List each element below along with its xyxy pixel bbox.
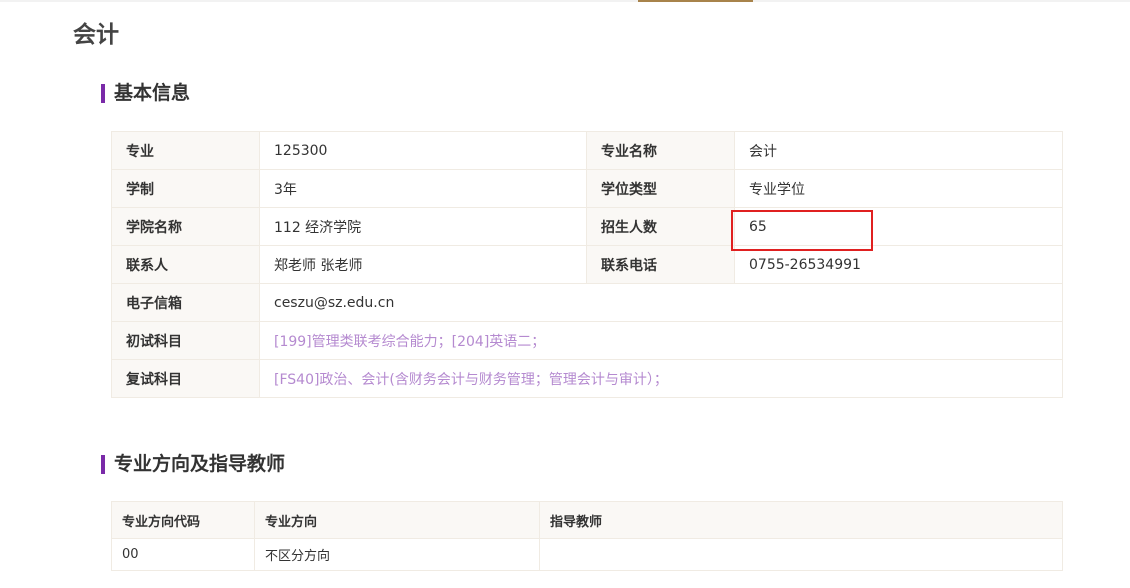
value-college: 112 经济学院 [259, 207, 587, 246]
basic-info-table: 专业 125300 专业名称 会计 学制 3年 学位类型 专业学位 学院名称 1… [111, 131, 1063, 398]
directions-table: 专业方向代码 专业方向 指导教师 00 不区分方向 [111, 501, 1063, 571]
label-major-code: 专业 [111, 131, 260, 170]
table-row: 联系人 郑老师 张老师 联系电话 0755-26534991 [111, 245, 1063, 284]
page-title: 会计 [73, 22, 119, 48]
cell-advisor [539, 538, 1063, 571]
column-header-direction-code: 专业方向代码 [111, 501, 255, 539]
table-row: 学制 3年 学位类型 专业学位 [111, 169, 1063, 208]
label-phone: 联系电话 [586, 245, 735, 284]
label-college: 学院名称 [111, 207, 260, 246]
active-nav-indicator [638, 0, 753, 2]
label-major-name: 专业名称 [586, 131, 735, 170]
column-header-direction: 专业方向 [254, 501, 540, 539]
value-major-code: 125300 [259, 131, 587, 170]
label-enrollment: 招生人数 [586, 207, 735, 246]
value-prelim-subjects[interactable]: [199]管理类联考综合能力；[204]英语二； [259, 321, 1063, 360]
value-enrollment: 65 [734, 207, 1063, 246]
table-row: 初试科目 [199]管理类联考综合能力；[204]英语二； [111, 321, 1063, 360]
section-title-basic-info: 基本信息 [101, 83, 190, 103]
value-duration: 3年 [259, 169, 587, 208]
label-duration: 学制 [111, 169, 260, 208]
value-email: ceszu@sz.edu.cn [259, 283, 1063, 322]
table-row: 学院名称 112 经济学院 招生人数 65 [111, 207, 1063, 246]
value-phone: 0755-26534991 [734, 245, 1063, 284]
label-retest-subjects: 复试科目 [111, 359, 260, 398]
label-email: 电子信箱 [111, 283, 260, 322]
table-row: 00 不区分方向 [111, 538, 1063, 571]
table-header-row: 专业方向代码 专业方向 指导教师 [111, 501, 1063, 539]
label-prelim-subjects: 初试科目 [111, 321, 260, 360]
table-row: 电子信箱 ceszu@sz.edu.cn [111, 283, 1063, 322]
table-row: 复试科目 [FS40]政治、会计(含财务会计与财务管理；管理会计与审计）； [111, 359, 1063, 398]
label-degree-type: 学位类型 [586, 169, 735, 208]
label-contact: 联系人 [111, 245, 260, 284]
section-title-directions: 专业方向及指导教师 [101, 454, 285, 474]
cell-direction-code: 00 [111, 538, 255, 571]
top-border [0, 0, 1130, 2]
value-contact: 郑老师 张老师 [259, 245, 587, 284]
value-degree-type: 专业学位 [734, 169, 1063, 208]
column-header-advisor: 指导教师 [539, 501, 1063, 539]
value-retest-subjects[interactable]: [FS40]政治、会计(含财务会计与财务管理；管理会计与审计）； [259, 359, 1063, 398]
table-row: 专业 125300 专业名称 会计 [111, 131, 1063, 170]
value-major-name: 会计 [734, 131, 1063, 170]
cell-direction: 不区分方向 [254, 538, 540, 571]
